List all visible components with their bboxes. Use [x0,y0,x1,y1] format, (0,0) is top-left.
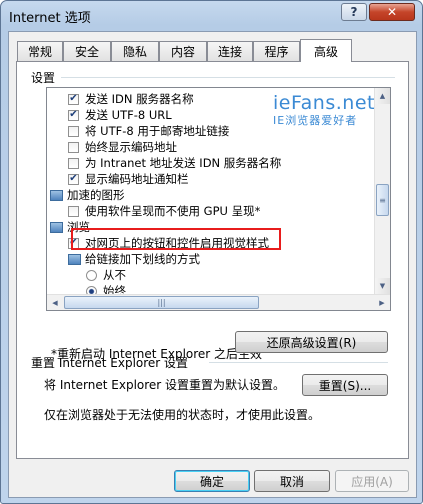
watermark: ieFans.net IE浏览器爱好者 [273,92,375,128]
setting-always-show-encoded[interactable]: 始终显示编码地址 [68,139,388,155]
setting-label: 将 UTF-8 用于邮寄地址链接 [85,124,230,138]
setting-underline-never[interactable]: 从不 [86,267,390,283]
tab-privacy[interactable]: 隐私 [111,41,159,61]
setting-encoded-notify-bar[interactable]: ✔ 显示编码地址通知栏 [68,171,388,187]
browsing-folder-icon [50,221,63,233]
highlight-box [71,228,281,250]
checkbox-send-utf8-url[interactable]: ✔ [68,109,79,121]
setting-software-rendering[interactable]: 使用软件呈现而不使用 GPU 呈现* [68,203,388,219]
checkbox-always-show-encoded[interactable] [68,141,79,153]
setting-label: 发送 IDN 服务器名称 [85,92,194,106]
settings-tree[interactable]: ✔ 发送 IDN 服务器名称 ✔ 发送 UTF-8 URL 将 UTF-8 用于邮寄… [46,87,391,311]
checkbox-encoded-notify-bar[interactable]: ✔ [68,173,79,185]
tab-security[interactable]: 安全 [63,41,111,61]
category-underline-links: 给链接加下划线的方式 [68,251,388,267]
category-label: 给链接加下划线的方式 [85,252,200,266]
scroll-down-arrow-icon[interactable]: ▼ [375,278,390,294]
scroll-right-arrow-icon[interactable]: ▶ [374,295,390,310]
apply-button[interactable]: 应用(A) [335,470,409,492]
reset-description: 将 Internet Explorer 设置重置为默认设置。 [44,378,286,392]
settings-group-label: 设置 [31,71,56,85]
checkbox-send-idn[interactable]: ✔ [68,93,79,105]
checkbox-software-rendering[interactable] [68,205,79,217]
settings-divider [61,77,395,78]
category-accelerated-graphics: 加速的图形 [50,187,370,203]
setting-label: 显示编码地址通知栏 [85,172,189,186]
graphics-folder-icon [50,189,63,201]
scroll-left-arrow-icon[interactable]: ◀ [47,295,63,310]
radio-underline-never[interactable] [86,269,97,281]
setting-intranet-idn[interactable]: 为 Intranet 地址发送 IDN 服务器名称 [68,155,388,171]
setting-label: 从不 [103,268,126,282]
ok-button[interactable]: 确定 [174,470,250,492]
scroll-up-arrow-icon[interactable]: ▲ [375,88,390,104]
horizontal-scrollbar[interactable]: ◀ ||| ▶ [47,294,390,310]
window-title: Internet 选项 [9,11,91,26]
reset-section-title: 重置 Internet Explorer 设置 [31,356,189,370]
checkbox-intranet-idn[interactable] [68,157,79,169]
help-icon: ? [350,5,358,19]
underline-folder-icon [68,253,81,265]
cancel-button[interactable]: 取消 [254,470,330,492]
setting-label: 为 Intranet 地址发送 IDN 服务器名称 [85,156,282,170]
dialog-body: 常规 安全 隐私 内容 连接 程序 高级 设置 ✔ 发送 IDN 服务器名称 ✔ 发… [8,31,417,498]
close-button[interactable]: ✕ [369,3,415,21]
reset-button[interactable]: 重置(S)... [302,374,388,396]
category-label: 加速的图形 [67,188,125,202]
help-button[interactable]: ? [341,3,367,21]
internet-options-window: Internet 选项 ? ✕ 常规 安全 隐私 内容 连接 程序 高级 设置 … [0,0,423,504]
reset-hint: 仅在浏览器处于无法使用的状态时，才使用此设置。 [44,408,321,422]
setting-label: 发送 UTF-8 URL [85,108,172,122]
horizontal-scroll-thumb[interactable]: ||| [64,296,259,309]
vertical-scrollbar[interactable]: ▲ ≡ ▼ [374,88,390,294]
watermark-main: ieFans.net [273,92,375,114]
close-icon: ✕ [386,5,398,19]
tab-connections[interactable]: 连接 [207,41,253,61]
tab-programs[interactable]: 程序 [253,41,300,61]
checkbox-utf8-mailto[interactable] [68,125,79,137]
tab-advanced[interactable]: 高级 [300,39,352,62]
restore-advanced-button[interactable]: 还原高级设置(R) [235,331,388,353]
reset-divider [209,362,388,363]
title-bar[interactable]: Internet 选项 ? ✕ [1,1,422,31]
tab-general[interactable]: 常规 [17,41,63,61]
setting-label: 使用软件呈现而不使用 GPU 呈现* [85,204,261,218]
vertical-scroll-thumb[interactable]: ≡ [376,184,389,216]
tab-content[interactable]: 内容 [159,41,207,61]
setting-label: 始终显示编码地址 [85,140,177,154]
watermark-sub: IE浏览器爱好者 [273,114,358,127]
